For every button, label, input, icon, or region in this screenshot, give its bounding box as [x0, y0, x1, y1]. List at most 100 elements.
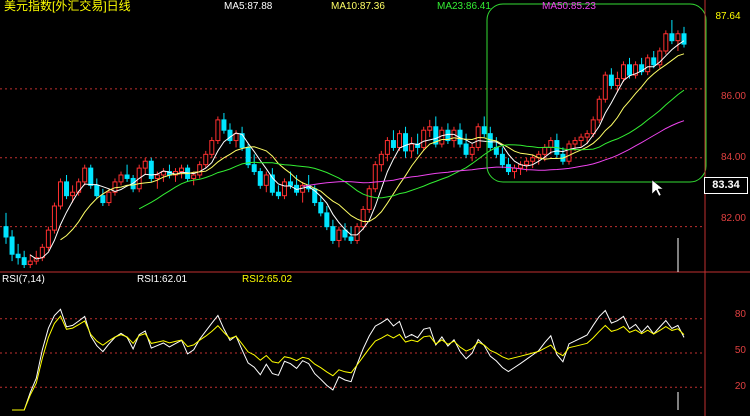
candle-body — [221, 119, 227, 131]
candle-body — [124, 174, 130, 179]
candle-body — [360, 208, 366, 228]
candle-body — [82, 167, 88, 183]
candle-body — [421, 129, 427, 148]
candle-body — [118, 174, 124, 183]
highlight-box — [486, 3, 707, 183]
candle-body — [197, 164, 203, 176]
rsi1-line — [12, 308, 685, 411]
candle-body — [590, 119, 596, 135]
candle-body — [530, 157, 536, 162]
candle-body — [21, 257, 27, 266]
candle-body — [106, 191, 112, 204]
candle-body — [645, 57, 651, 73]
candle-body — [142, 160, 148, 169]
candle-body — [669, 33, 675, 42]
kline-chart[interactable] — [0, 0, 750, 416]
candle-body — [548, 140, 554, 148]
rsi-tick-80: 80 — [734, 309, 746, 320]
candle-body — [203, 153, 209, 166]
candle-body — [372, 164, 378, 190]
candles — [3, 20, 687, 268]
candle-body — [499, 153, 505, 166]
candle-body — [384, 140, 390, 155]
candle-body — [330, 226, 336, 241]
candle-body — [348, 236, 354, 241]
candle-body — [566, 143, 572, 162]
candle-body — [275, 191, 281, 197]
candle-body — [572, 140, 578, 145]
candle-body — [15, 253, 21, 259]
ma10-line — [60, 53, 685, 241]
candle-body — [209, 140, 215, 155]
candle-body — [524, 160, 530, 166]
latest-price-label: 87.64 — [715, 11, 741, 22]
candle-body — [614, 78, 620, 86]
candle-body — [427, 126, 433, 131]
rsi-tick-50: 50 — [734, 345, 746, 356]
candle-body — [215, 119, 221, 142]
rsi-label: RSI(7,14) — [2, 274, 45, 285]
candle-body — [27, 260, 33, 266]
candle-body — [288, 181, 294, 186]
candle-body — [100, 195, 106, 204]
ma50-label: MA50:85.23 — [542, 1, 596, 12]
candle-body — [675, 33, 681, 42]
candle-body — [88, 167, 94, 186]
rsi-tick-20: 20 — [734, 381, 746, 392]
candle-body — [403, 133, 409, 152]
current-price-box: 83.34 — [704, 177, 748, 194]
candle-body — [263, 174, 269, 186]
candle-body — [336, 229, 342, 241]
candle-body — [70, 191, 76, 197]
candle-body — [233, 133, 239, 142]
candle-body — [318, 202, 324, 214]
candle-body — [481, 126, 487, 135]
candle-body — [51, 205, 57, 231]
rsi2-label: RSI2:65.02 — [242, 274, 293, 285]
candle-body — [469, 146, 475, 155]
chart-title: 美元指数[外汇交易]日线 — [4, 0, 131, 13]
candle-body — [651, 57, 657, 66]
candle-body — [390, 140, 396, 148]
candle-body — [409, 143, 415, 152]
rsi1-label: RSI1:62.01 — [137, 274, 188, 285]
candle-body — [148, 160, 154, 179]
candle-body — [45, 229, 51, 248]
candle-body — [251, 164, 257, 173]
candle-body — [179, 167, 185, 173]
candle-body — [3, 226, 9, 238]
rsi2-line — [12, 315, 685, 411]
candle-body — [620, 64, 626, 80]
candle-body — [439, 129, 445, 145]
candle-body — [154, 174, 160, 179]
candle-body — [396, 133, 402, 148]
candle-body — [64, 181, 70, 197]
candle-body — [257, 171, 263, 186]
candle-body — [57, 181, 63, 207]
candle-body — [94, 184, 100, 197]
price-tick-82: 82.00 — [720, 213, 746, 224]
candle-body — [281, 181, 287, 197]
price-tick-84: 84.00 — [720, 152, 746, 163]
ma5-label: MA5:87.88 — [224, 1, 273, 12]
candle-body — [9, 236, 15, 255]
candle-body — [324, 212, 330, 228]
ma23-label: MA23:86.41 — [437, 1, 491, 12]
candle-body — [245, 146, 251, 166]
candle-body — [584, 133, 590, 138]
candle-body — [608, 74, 614, 86]
candle-body — [602, 74, 608, 100]
candle-body — [366, 188, 372, 210]
candle-body — [463, 143, 469, 155]
candle-body — [378, 153, 384, 166]
rsi-lines — [12, 308, 685, 411]
candle-body — [578, 136, 584, 142]
candle-body — [663, 33, 669, 52]
candle-body — [542, 146, 548, 155]
candle-body — [596, 98, 602, 121]
price-tick-86: 86.00 — [720, 91, 746, 102]
candle-body — [191, 174, 197, 179]
ma50-line — [302, 120, 685, 187]
candle-body — [227, 129, 233, 142]
candle-body — [681, 33, 687, 45]
